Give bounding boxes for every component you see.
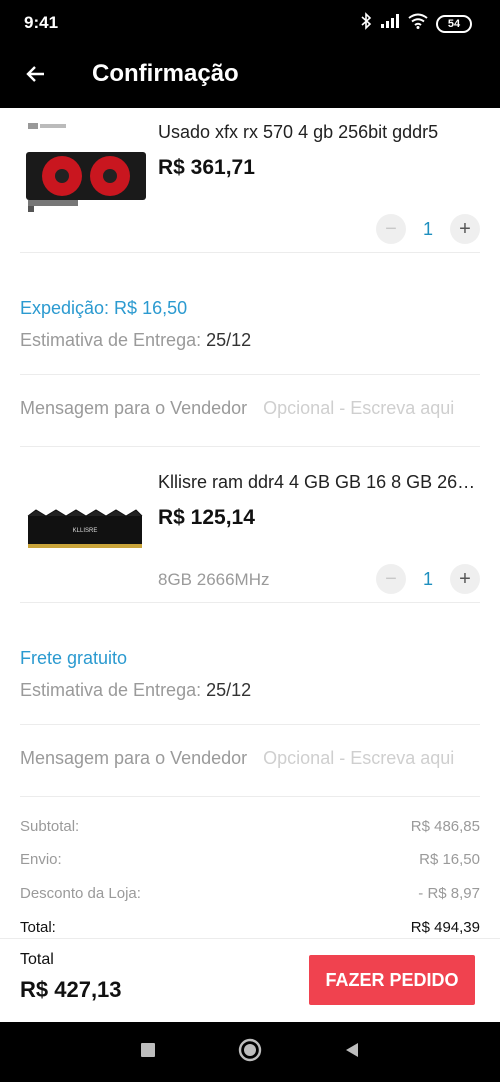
app-bar: Confirmação <box>0 46 500 108</box>
checkout-bar: Total R$ 427,13 FAZER PEDIDO <box>0 938 500 1022</box>
summary-subtotal-row: Subtotal: R$ 486,85 <box>20 818 480 835</box>
delivery-estimate-date: 25/12 <box>206 680 252 700</box>
delivery-estimate: Estimativa de Entrega: 25/12 <box>20 330 251 351</box>
delivery-estimate-date: 25/12 <box>206 330 252 350</box>
quantity-stepper: − 1 + <box>376 214 480 244</box>
product-image-gpu[interactable] <box>22 118 148 218</box>
status-bar: 9:41 54 <box>0 0 500 46</box>
summary-total-row: Total: R$ 494,39 <box>20 919 480 936</box>
delivery-estimate-label: Estimativa de Entrega: <box>20 680 202 700</box>
divider <box>20 724 480 725</box>
bluetooth-icon <box>360 12 372 35</box>
page-title: Confirmação <box>92 60 239 87</box>
seller-message-input[interactable] <box>263 398 480 419</box>
nav-back-button[interactable] <box>340 1040 364 1064</box>
decrease-quantity-button[interactable]: − <box>376 564 406 594</box>
nav-recents-button[interactable] <box>136 1040 160 1064</box>
increase-quantity-button[interactable]: + <box>450 564 480 594</box>
quantity-value[interactable]: 1 <box>406 219 450 240</box>
free-shipping-label: Frete gratuito <box>20 648 128 668</box>
quantity-stepper: − 1 + <box>376 564 480 594</box>
status-icons: 54 <box>360 12 472 35</box>
store-discount-label: Desconto da Loja: <box>20 885 141 902</box>
quantity-value[interactable]: 1 <box>406 569 450 590</box>
seller-message-row: Mensagem para o Vendedor <box>20 398 480 419</box>
decrease-quantity-button[interactable]: − <box>376 214 406 244</box>
circle-icon <box>238 1038 262 1067</box>
product-title[interactable]: Usado xfx rx 570 4 gb 256bit gddr5 <box>158 122 480 143</box>
product-title[interactable]: Kllisre ram ddr4 4 GB GB 16 8 GB 2666MHz <box>158 472 480 493</box>
divider <box>20 446 480 447</box>
delivery-estimate: Estimativa de Entrega: 25/12 <box>20 680 251 701</box>
total-label: Total: <box>20 919 56 936</box>
seller-message-row: Mensagem para o Vendedor <box>20 748 480 769</box>
seller-message-label: Mensagem para o Vendedor <box>20 748 248 768</box>
divider <box>20 796 480 797</box>
summary-discount-row: Desconto da Loja: - R$ 8,97 <box>20 885 480 902</box>
checkout-total-value: R$ 427,13 <box>20 977 122 1002</box>
seller-message-label: Mensagem para o Vendedor <box>20 398 248 418</box>
shipping-label: Envio: <box>20 851 62 868</box>
seller-message-input[interactable] <box>263 748 480 769</box>
cart-item: KLLISRE Kllisre ram ddr4 4 GB GB 16 8 GB… <box>0 458 500 604</box>
product-price: R$ 361,71 <box>158 156 255 179</box>
product-image-ram[interactable]: KLLISRE <box>22 506 148 556</box>
square-icon <box>140 1042 156 1063</box>
product-variant: 8GB 2666MHz <box>158 570 270 589</box>
store-discount-value: - R$ 8,97 <box>418 885 480 902</box>
total-value: R$ 494,39 <box>410 919 480 936</box>
checkout-total-label: Total <box>20 951 54 968</box>
system-nav-bar <box>0 1022 500 1082</box>
cart-item: Usado xfx rx 570 4 gb 256bit gddr5 R$ 36… <box>0 108 500 252</box>
back-button[interactable] <box>18 58 54 94</box>
shipping-value: R$ 16,50 <box>419 851 480 868</box>
subtotal-value: R$ 486,85 <box>410 818 480 835</box>
divider <box>20 252 480 253</box>
delivery-estimate-label: Estimativa de Entrega: <box>20 330 202 350</box>
increase-quantity-button[interactable]: + <box>450 214 480 244</box>
summary-shipping-row: Envio: R$ 16,50 <box>20 851 480 868</box>
arrow-left-icon <box>24 62 48 91</box>
subtotal-label: Subtotal: <box>20 818 80 835</box>
product-price: R$ 125,14 <box>158 506 255 529</box>
divider <box>20 602 480 603</box>
svg-text:KLLISRE: KLLISRE <box>73 528 98 534</box>
wifi-icon <box>408 13 428 34</box>
signal-icon <box>380 13 400 34</box>
divider <box>20 374 480 375</box>
battery-icon: 54 <box>436 14 472 33</box>
place-order-button[interactable]: FAZER PEDIDO <box>309 955 475 1005</box>
nav-home-button[interactable] <box>238 1038 262 1067</box>
shipping-cost: Expedição: R$ 16,50 <box>20 298 188 318</box>
triangle-back-icon <box>343 1041 361 1064</box>
order-content[interactable]: Usado xfx rx 570 4 gb 256bit gddr5 R$ 36… <box>0 108 500 938</box>
status-time: 9:41 <box>24 13 59 32</box>
